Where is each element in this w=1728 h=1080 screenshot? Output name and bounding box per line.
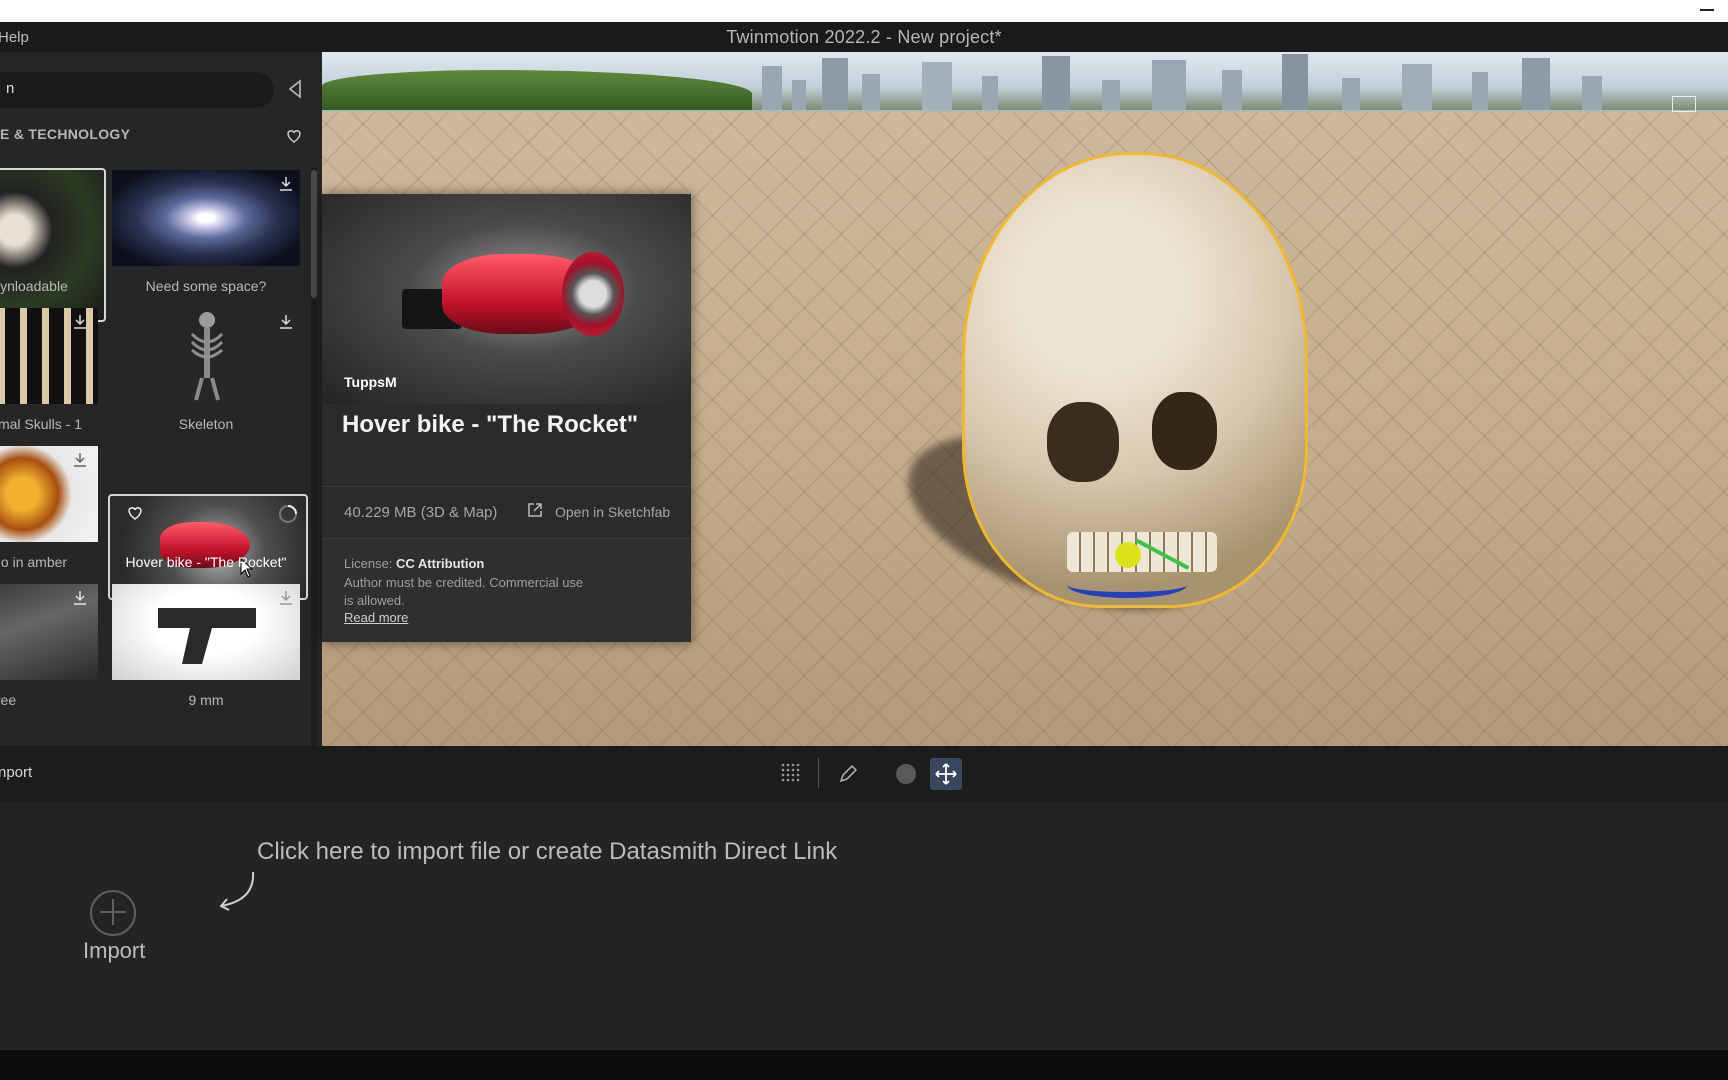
minimize-button[interactable] [1700, 2, 1714, 16]
external-link-icon[interactable] [527, 502, 543, 518]
move-arrows-icon [935, 763, 957, 785]
skull-eye-socket [1047, 402, 1119, 482]
skull-teeth [1067, 532, 1217, 572]
divider [322, 486, 691, 487]
license-label: License: [344, 556, 393, 571]
download-icon[interactable] [72, 314, 88, 330]
transform-gizmo-handle[interactable] [1115, 542, 1141, 568]
asset-title: Hover bike - "The Rocket" [342, 411, 639, 438]
library-scrollbar-thumb[interactable] [311, 170, 317, 298]
library-tile-animal-skulls[interactable] [0, 308, 98, 404]
skyline-background [322, 52, 1728, 110]
library-tile-tree[interactable] [0, 584, 98, 680]
license-value: CC Attribution [396, 556, 485, 571]
toolbar-divider [818, 758, 819, 788]
tree-line [322, 70, 752, 110]
eyedropper-icon[interactable] [838, 762, 860, 784]
import-hint-text[interactable]: Click here to import file or create Data… [257, 838, 837, 866]
bike-intake [562, 252, 624, 336]
favorite-heart-icon[interactable] [285, 127, 303, 145]
download-icon[interactable] [278, 176, 294, 192]
tile-label: Need some space? [145, 278, 267, 294]
bottom-toolbar: nport [0, 746, 1728, 802]
tab-import[interactable]: nport [0, 764, 32, 781]
import-area[interactable]: Click here to import file or create Data… [0, 802, 1728, 1050]
import-button-label[interactable]: Import [83, 938, 145, 964]
open-in-sketchfab-link[interactable]: Open in Sketchfab [555, 504, 670, 520]
curved-arrow-icon [219, 871, 255, 911]
viewport-layout-icon[interactable] [1672, 96, 1696, 112]
window-top-strip [0, 0, 1728, 22]
asset-preview-image [322, 194, 691, 404]
library-tile-amber[interactable] [0, 446, 98, 542]
tile-label-selected: Hover bike - "The Rocket" [125, 554, 287, 570]
asset-author: TuppsM [344, 374, 397, 390]
library-panel: n E & TECHNOLOGY ynloadable Need some sp… [0, 52, 322, 798]
grid-snap-icon[interactable] [780, 762, 802, 784]
download-icon[interactable] [72, 452, 88, 468]
move-tool-button[interactable] [930, 758, 962, 790]
download-icon[interactable] [72, 590, 88, 606]
asset-size: 40.229 MB (3D & Map) [344, 504, 498, 521]
read-more-link[interactable]: Read more [344, 610, 408, 625]
import-plus-icon[interactable] [90, 890, 136, 936]
library-tile-galaxy[interactable] [112, 170, 300, 266]
transform-gizmo-axis[interactable] [1067, 572, 1187, 598]
library-tile-skull[interactable] [0, 168, 106, 322]
skull-eye-socket [1152, 392, 1217, 470]
download-icon[interactable] [278, 590, 294, 606]
collapse-panel-icon[interactable] [286, 78, 304, 100]
tile-label: 9 mm [188, 692, 224, 708]
title-bar: Help Twinmotion 2022.2 - New project* [0, 22, 1728, 53]
undo-icon[interactable] [896, 764, 916, 784]
category-title: E & TECHNOLOGY [0, 126, 131, 142]
window-title: Twinmotion 2022.2 - New project* [726, 27, 1002, 47]
pistol-thumbnail [158, 608, 256, 664]
tile-label: ynloadable [0, 278, 68, 294]
favorite-heart-icon[interactable] [126, 504, 144, 522]
bottom-bar [0, 1050, 1728, 1080]
library-tile-9mm[interactable] [112, 584, 300, 680]
library-search-input[interactable]: n [0, 72, 274, 108]
download-icon[interactable] [278, 314, 294, 330]
library-tile-skeleton[interactable] [112, 308, 300, 404]
tile-label: ree [0, 692, 17, 708]
loading-spinner-icon [279, 505, 297, 523]
search-value: n [6, 80, 15, 97]
asset-info-card: TuppsM Hover bike - "The Rocket" 40.229 … [322, 194, 691, 642]
tile-label: Skeleton [178, 416, 234, 432]
skeleton-thumbnail [190, 312, 224, 401]
license-description: Author must be credited. Commercial use … [344, 575, 584, 608]
